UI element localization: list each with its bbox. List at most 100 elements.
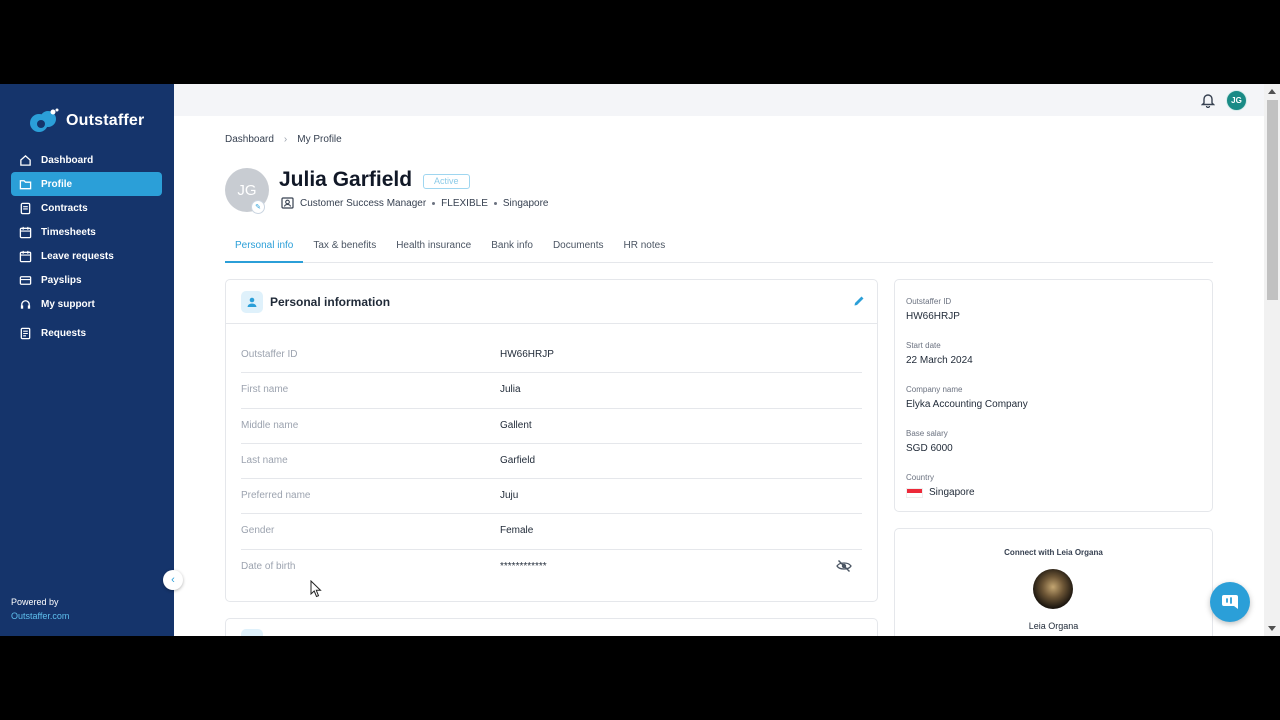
calendar-icon	[19, 226, 32, 238]
powered-by-label: Powered by	[11, 597, 59, 607]
summary-card: Outstaffer ID HW66HRJP Start date 22 Mar…	[894, 279, 1213, 512]
top-bar: JG	[174, 84, 1264, 116]
scroll-up-icon[interactable]	[1268, 89, 1276, 94]
info-row-date-of-birth: Date of birth ************	[241, 550, 862, 585]
pencil-icon[interactable]: ✎	[251, 200, 265, 214]
profile-meta: Customer Success Manager FLEXIBLE Singap…	[281, 197, 548, 209]
row-value: Julia	[500, 384, 521, 396]
sidebar-item-profile[interactable]: Profile	[11, 172, 162, 196]
row-label: Middle name	[241, 419, 299, 431]
payslip-icon	[19, 275, 32, 285]
scroll-thumb[interactable]	[1267, 100, 1278, 300]
row-label: Last name	[241, 454, 288, 466]
folder-icon	[19, 179, 32, 189]
mouse-cursor-icon	[310, 580, 322, 598]
user-avatar[interactable]: JG	[1226, 90, 1247, 111]
row-label: Date of birth	[241, 560, 296, 572]
row-value: ************	[500, 560, 547, 572]
logo[interactable]: Outstaffer	[28, 108, 144, 134]
summary-label: Outstaffer ID	[906, 297, 952, 306]
page-scrollbar[interactable]	[1264, 84, 1280, 636]
sidebar-item-label: Timesheets	[41, 226, 96, 238]
tab-bank-info[interactable]: Bank info	[481, 232, 543, 263]
sidebar-item-dashboard[interactable]: Dashboard	[11, 148, 162, 172]
tab-personal-info[interactable]: Personal info	[225, 232, 304, 263]
breadcrumb-current: My Profile	[297, 134, 342, 145]
support-icon	[20, 299, 31, 309]
summary-value: HW66HRJP	[906, 311, 960, 322]
chevron-right-icon: ›	[283, 134, 288, 145]
sidebar-item-label: Requests	[41, 327, 87, 339]
profile-role: Customer Success Manager	[300, 197, 427, 209]
contract-icon	[20, 202, 31, 214]
summary-value: Singapore	[929, 487, 975, 498]
separator-dot	[493, 201, 497, 205]
summary-start-date: Start date 22 March 2024	[906, 341, 973, 366]
next-section-card	[225, 618, 878, 636]
sidebar-item-leave-requests[interactable]: Leave requests	[11, 244, 162, 268]
tab-tax-benefits[interactable]: Tax & benefits	[303, 232, 386, 263]
tab-hr-notes[interactable]: HR notes	[614, 232, 676, 263]
sidebar-item-payslips[interactable]: Payslips	[11, 268, 162, 292]
user-icon	[241, 290, 263, 313]
breadcrumb-dashboard[interactable]: Dashboard	[225, 134, 274, 145]
row-value: HW66HRJP	[500, 349, 554, 360]
row-label: Preferred name	[241, 490, 311, 502]
contact-name: Leia Organa	[1028, 621, 1079, 631]
summary-outstaffer-id: Outstaffer ID HW66HRJP	[906, 297, 960, 322]
row-value: Juju	[500, 490, 519, 502]
connect-card: Connect with Leia Organa Leia Organa	[894, 528, 1213, 636]
summary-value: 22 March 2024	[906, 355, 973, 366]
tab-health-insurance[interactable]: Health insurance	[386, 232, 481, 263]
sidebar-item-label: Contracts	[41, 202, 88, 214]
bell-icon[interactable]	[1201, 92, 1215, 108]
logo-text: Outstaffer	[66, 112, 145, 129]
scroll-down-icon[interactable]	[1268, 626, 1276, 631]
chat-icon	[1222, 595, 1238, 609]
summary-base-salary: Base salary SGD 6000	[906, 429, 953, 454]
tab-documents[interactable]: Documents	[543, 232, 614, 263]
row-label: Gender	[241, 525, 275, 537]
edit-pencil-icon[interactable]	[853, 295, 865, 307]
summary-label: Start date	[906, 341, 941, 350]
sidebar-nav: Dashboard Profile Contracts Timesheets L…	[11, 148, 162, 345]
sidebar-item-requests[interactable]: Requests	[11, 321, 162, 345]
summary-value: SGD 6000	[906, 443, 953, 454]
connect-title: Connect with Leia Organa	[1004, 548, 1103, 557]
sidebar: Outstaffer Dashboard Profile Contracts T…	[0, 84, 174, 636]
row-value: Garfield	[500, 454, 536, 466]
info-row-outstaffer-id: Outstaffer ID HW66HRJP	[241, 338, 862, 374]
summary-country: Country Singapore	[906, 473, 975, 498]
eye-off-icon[interactable]	[836, 559, 852, 573]
sidebar-item-label: Leave requests	[41, 250, 114, 262]
sidebar-item-label: Payslips	[41, 274, 82, 286]
powered-by: Powered by Outstaffer.com	[11, 595, 69, 623]
collapse-sidebar-button[interactable]: ‹	[163, 570, 183, 590]
contact-avatar[interactable]	[1033, 569, 1073, 609]
requests-icon	[20, 327, 31, 339]
info-row-preferred-name: Preferred name Juju	[241, 479, 862, 515]
sidebar-item-label: My support	[41, 298, 95, 310]
profile-employment-type: FLEXIBLE	[441, 197, 488, 209]
powered-by-link[interactable]: Outstaffer.com	[11, 609, 69, 623]
info-rows: Outstaffer ID HW66HRJP First name Julia …	[241, 338, 862, 585]
info-row-first-name: First name Julia	[241, 373, 862, 409]
sidebar-item-contracts[interactable]: Contracts	[11, 196, 162, 220]
summary-label: Country	[906, 473, 935, 482]
sidebar-item-label: Profile	[41, 178, 73, 190]
info-row-last-name: Last name Garfield	[241, 444, 862, 480]
sidebar-item-my-support[interactable]: My support	[11, 292, 162, 316]
app-window: Outstaffer Dashboard Profile Contracts T…	[0, 84, 1280, 636]
separator-dot	[432, 201, 436, 205]
summary-country-value: Singapore	[906, 487, 975, 498]
summary-company-name: Company name Elyka Accounting Company	[906, 385, 1028, 410]
sidebar-item-timesheets[interactable]: Timesheets	[11, 220, 162, 244]
sidebar-item-label: Dashboard	[41, 154, 94, 166]
info-row-middle-name: Middle name Gallent	[241, 409, 862, 444]
help-chat-button[interactable]	[1210, 582, 1250, 622]
section-icon	[241, 629, 263, 636]
profile-location: Singapore	[502, 197, 549, 209]
breadcrumb: Dashboard › My Profile	[225, 134, 342, 145]
id-badge-icon	[281, 197, 294, 209]
logo-icon	[30, 108, 59, 132]
